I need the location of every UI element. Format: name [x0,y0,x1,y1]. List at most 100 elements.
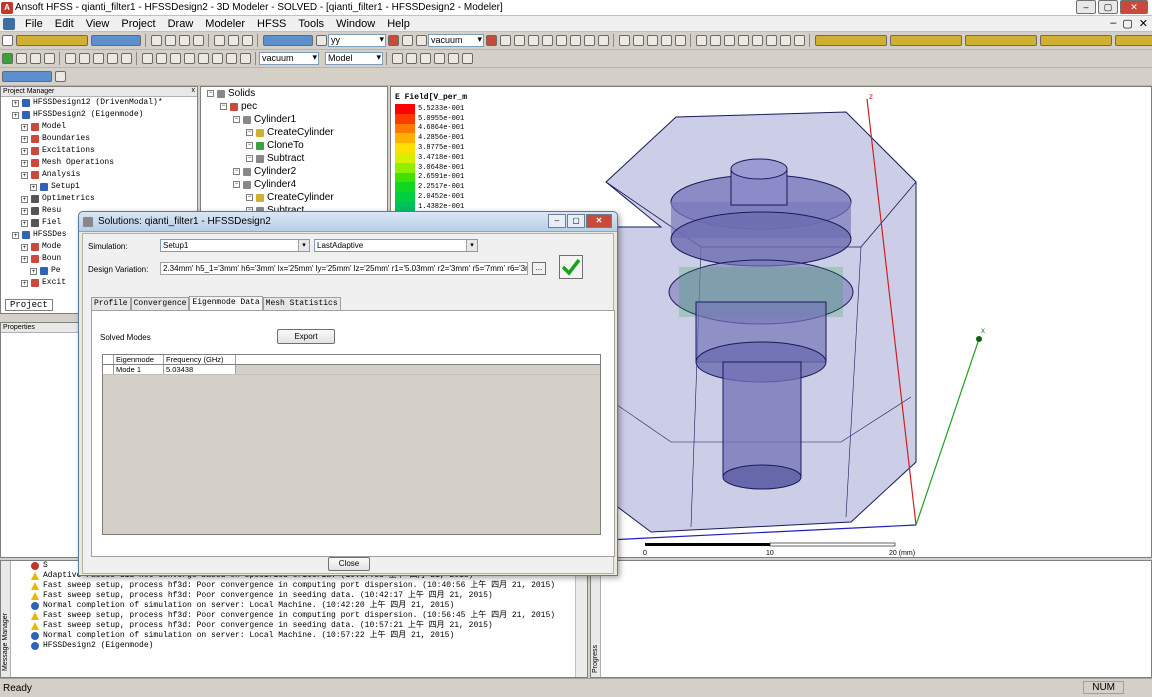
message-item[interactable]: Fast sweep setup, process hf3d: Poor con… [31,621,576,631]
tree-item[interactable]: + Analysis [3,169,197,181]
expand-toggle-icon[interactable]: + [21,171,28,179]
mdi-restore-button[interactable]: ▢ [1122,17,1132,30]
highlight-icon[interactable] [405,53,417,64]
model-tree-item[interactable]: − Subtract [207,152,387,165]
zoom-out-icon[interactable] [632,35,644,46]
draw-line-icon[interactable] [695,35,707,46]
solution-select[interactable]: LastAdaptive ▾ [314,239,478,252]
model-tree-item[interactable]: − CloneTo [207,139,387,152]
column-header-eigenmode[interactable]: Eigenmode [114,355,164,364]
separate-icon[interactable] [225,53,237,64]
mdi-minimize-button[interactable]: – [1110,17,1116,30]
expand-toggle-icon[interactable]: − [246,194,253,201]
draw-regular-polygon-icon[interactable] [793,35,805,46]
wireframe-icon[interactable] [433,53,445,64]
maximize-button[interactable]: ▢ [1098,0,1118,14]
uncover-icon[interactable] [197,53,209,64]
redo-icon[interactable] [241,35,253,46]
message-scrollbar[interactable] [575,561,587,677]
validate-icon[interactable] [1,53,13,64]
toggle-icon[interactable] [513,35,525,46]
project-manager-close-icon[interactable]: x [192,86,196,96]
draw-box-icon[interactable] [814,35,887,46]
undo-icon[interactable] [227,35,239,46]
pan-icon[interactable] [555,35,567,46]
dialog-maximize-button[interactable]: ▢ [567,214,585,228]
expand-toggle-icon[interactable]: + [21,195,28,203]
delete-icon[interactable] [213,35,225,46]
view-front-icon[interactable] [660,35,672,46]
menu-window[interactable]: Window [330,18,381,30]
properties-icon[interactable] [391,53,403,64]
expand-toggle-icon[interactable]: + [21,147,28,155]
tree-item[interactable]: + Optimetrics [3,193,197,205]
minimize-button[interactable]: – [1076,0,1096,14]
expand-toggle-icon[interactable]: + [21,159,28,167]
export-button[interactable]: Export [277,329,335,344]
zoom-icon[interactable] [569,35,581,46]
design-variation-browse-button[interactable]: ... [532,262,546,275]
menu-hfss[interactable]: HFSS [251,18,292,30]
dialog-close-button[interactable]: ✕ [586,214,612,228]
new-file-icon[interactable] [1,35,13,46]
expand-toggle-icon[interactable]: + [21,255,28,263]
transparency-icon[interactable] [447,53,459,64]
expand-toggle-icon[interactable]: + [21,219,28,227]
material-select[interactable]: vacuum [428,34,484,47]
close-button[interactable]: ✕ [1120,0,1148,14]
visibility-icon[interactable] [419,53,431,64]
tree-item[interactable]: + HFSSDesign12 (DrivenModal)* [3,97,197,109]
hfss-setup-icon[interactable] [1,71,52,82]
cover-icon[interactable] [183,53,195,64]
simulation-select[interactable]: Setup1 ▾ [160,239,310,252]
expand-toggle-icon[interactable]: − [246,142,253,149]
tab-convergence[interactable]: Convergence [130,297,190,310]
draw-rectangle-icon[interactable] [751,35,763,46]
message-item[interactable]: HFSSDesign2 (Eigenmode) [31,641,576,651]
boolean-unite-icon[interactable] [64,53,76,64]
menu-project[interactable]: Project [115,18,161,30]
draw-sphere-icon[interactable] [1114,35,1152,46]
view-right-icon[interactable] [674,35,686,46]
tab-eigenmode-data[interactable]: Eigenmode Data [189,296,263,310]
analyze-icon[interactable] [15,53,27,64]
select-icon[interactable] [262,35,313,46]
expand-toggle-icon[interactable]: + [21,279,28,287]
model-tree-item[interactable]: − Cylinder2 [207,165,387,178]
draw-equation-icon[interactable] [737,35,749,46]
cut-icon[interactable] [150,35,162,46]
draw-ellipse-icon[interactable] [779,35,791,46]
message-item[interactable]: Normal completion of simulation on serve… [31,601,576,611]
expand-toggle-icon[interactable]: − [233,181,240,188]
model-dropdown[interactable]: Model [325,52,383,65]
expand-toggle-icon[interactable]: − [246,129,253,136]
tab-mesh-statistics[interactable]: Mesh Statistics [262,297,341,310]
message-item[interactable]: Fast sweep setup, process hf3d: Poor con… [31,591,576,601]
open-folder-icon[interactable] [15,35,88,46]
menu-modeler[interactable]: Modeler [199,18,251,30]
copy-icon[interactable] [164,35,176,46]
expand-toggle-icon[interactable]: + [21,123,28,131]
tree-item[interactable]: + Mesh Operations [3,157,197,169]
converged-status-button[interactable] [559,255,583,279]
expand-toggle-icon[interactable]: − [233,116,240,123]
results-icon[interactable] [29,53,41,64]
mdi-close-button[interactable]: ✕ [1139,17,1148,30]
expand-toggle-icon[interactable]: + [12,111,19,119]
table-row[interactable]: Mode 1 5.03438 [103,365,600,375]
expand-toggle-icon[interactable]: + [12,99,19,107]
print-icon[interactable] [192,35,204,46]
field-overlay-icon[interactable] [43,53,55,64]
move-icon[interactable] [387,35,399,46]
render-icon[interactable] [461,53,473,64]
edit-icon[interactable] [527,35,539,46]
dialog-minimize-button[interactable]: – [548,214,566,228]
column-header-frequency[interactable]: Frequency (GHz) [164,355,236,364]
draw-cone-icon[interactable] [1039,35,1112,46]
model-tree-item[interactable]: − Cylinder1 [207,113,387,126]
imprint-icon[interactable] [120,53,132,64]
model-tree-item[interactable]: − Cylinder4 [207,178,387,191]
boolean-intersect-icon[interactable] [92,53,104,64]
menu-view[interactable]: View [80,18,116,30]
grid-icon[interactable] [401,35,413,46]
